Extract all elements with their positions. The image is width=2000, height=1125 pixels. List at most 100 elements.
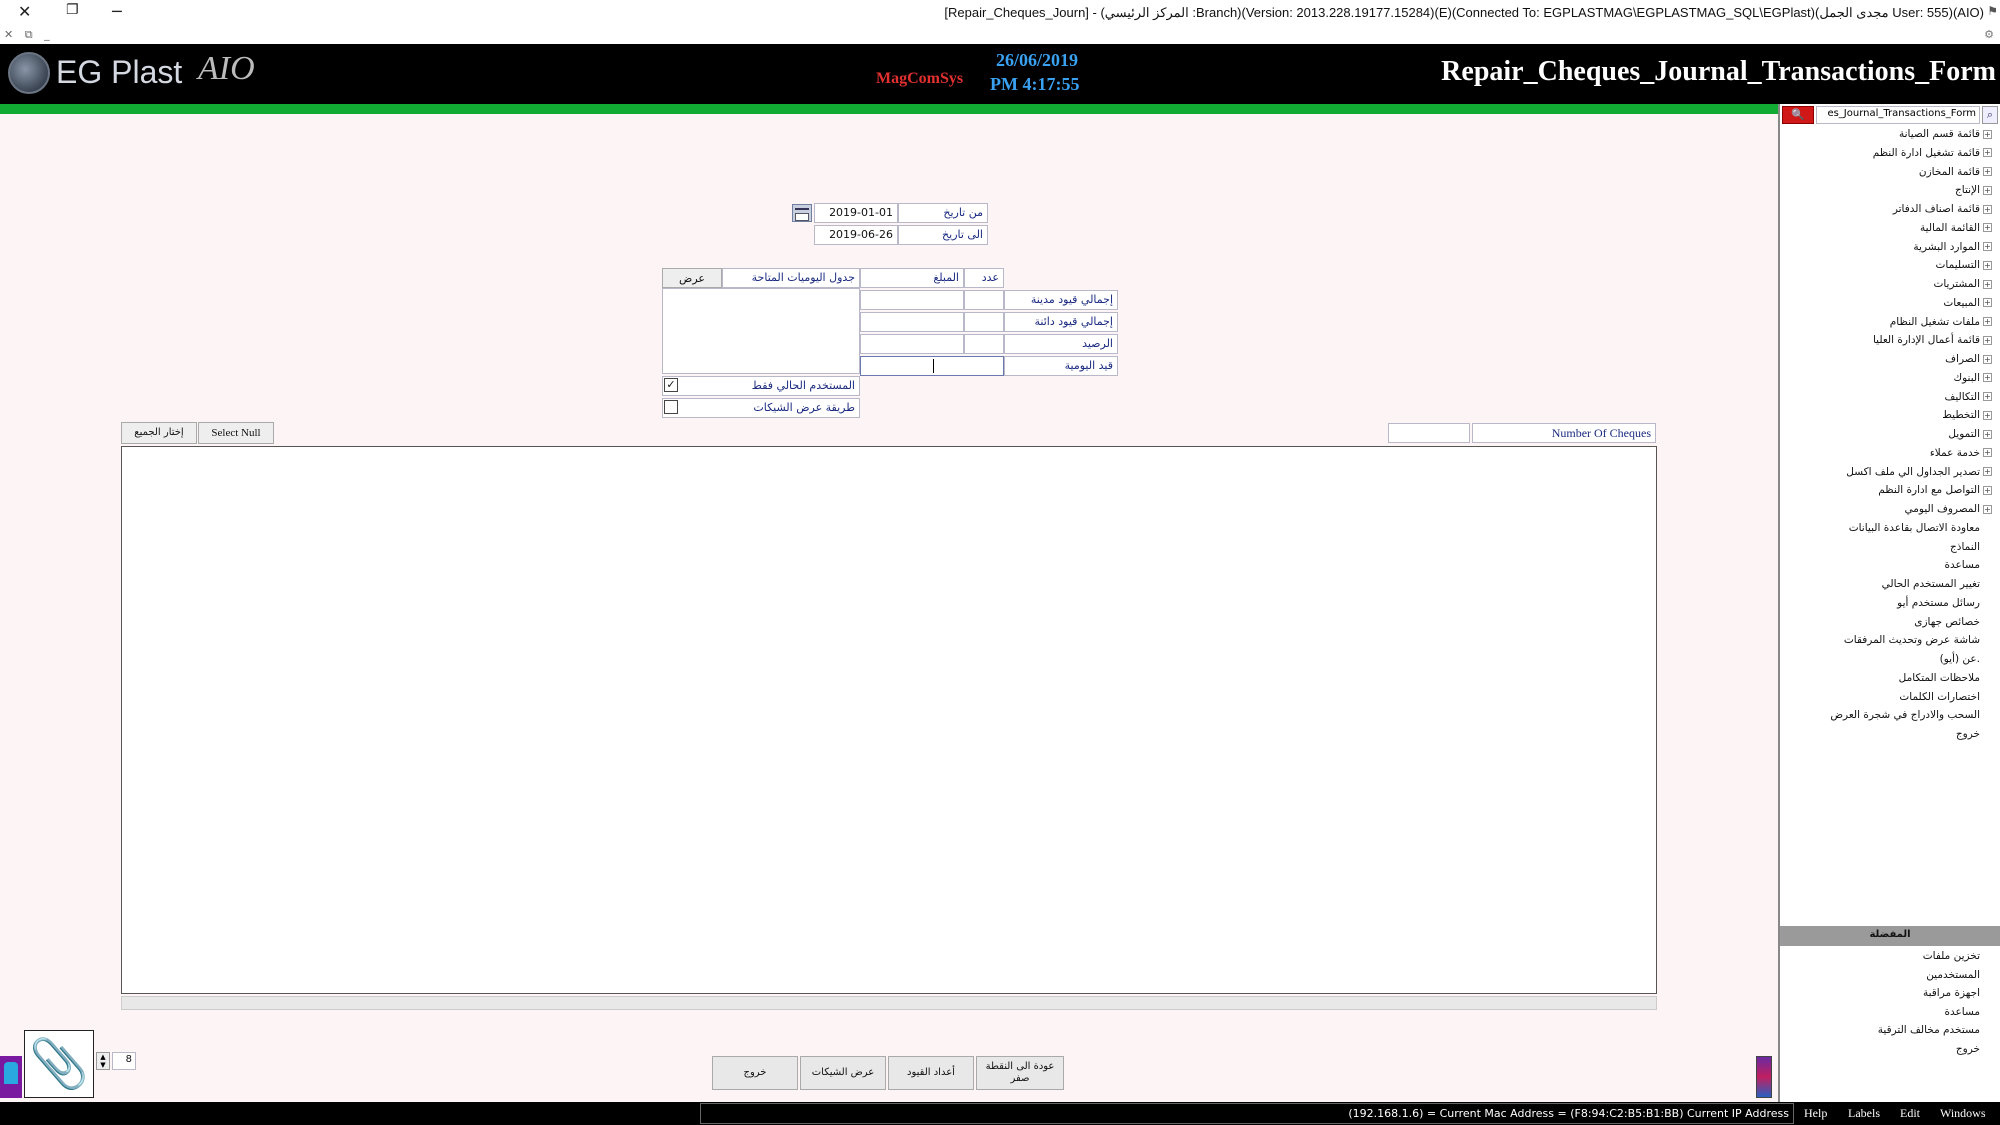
nav-tree-item[interactable]: التخطيط + <box>1942 409 1992 421</box>
expand-icon[interactable]: + <box>1983 485 1992 495</box>
select-all-button[interactable]: إختار الجميع <box>121 422 197 444</box>
favorite-item[interactable]: تخزين ملفات <box>1923 950 1992 962</box>
show-cheques-button[interactable]: عرض الشيكات <box>800 1056 886 1090</box>
cheques-grid[interactable] <box>121 446 1657 994</box>
expand-icon[interactable]: + <box>1983 335 1992 345</box>
expand-icon[interactable]: + <box>1983 317 1992 326</box>
to-date-input[interactable]: 2019-06-26 <box>814 225 898 245</box>
expand-icon[interactable]: + <box>1983 148 1992 158</box>
select-null-button[interactable]: Select Null <box>198 422 274 444</box>
calendar-icon[interactable] <box>792 204 812 222</box>
settings-icon[interactable]: ⚙ <box>1984 28 1994 41</box>
paperclip-icon[interactable]: 📎 <box>24 1030 94 1098</box>
leaf-icon <box>1983 970 1992 979</box>
nav-search-input[interactable]: es_Journal_Transactions_Form <box>1816 106 1980 124</box>
nav-tree-item[interactable]: البنوك + <box>1953 372 1992 384</box>
from-date-input[interactable]: 2019-01-01 <box>814 203 898 223</box>
nav-tree-item[interactable]: المبيعات + <box>1943 297 1992 309</box>
nav-tree-item[interactable]: قائمة قسم الصيانة + <box>1899 128 1992 140</box>
close-icon[interactable]: ✕ <box>18 2 31 21</box>
nav-tree-item[interactable]: قائمة تشغيل ادارة النظم + <box>1873 147 1992 159</box>
nav-tree-item[interactable]: خصائص جهازى <box>1914 616 1992 628</box>
menu-labels[interactable]: Labels <box>1848 1106 1880 1121</box>
menu-windows[interactable]: Windows <box>1940 1106 1986 1121</box>
nav-tree-item[interactable]: النماذج <box>1950 541 1992 553</box>
current-user-only-checkbox[interactable]: ✓ <box>664 378 678 392</box>
cheque-display-method-checkbox[interactable] <box>664 400 678 414</box>
expand-icon[interactable]: + <box>1983 504 1992 514</box>
nav-tree-item[interactable]: معاودة الاتصال بقاعدة البيانات <box>1849 522 1992 534</box>
expand-icon[interactable]: + <box>1983 467 1992 476</box>
expand-icon[interactable]: + <box>1983 204 1992 214</box>
nav-tree-item[interactable]: خدمة عملاء + <box>1930 447 1992 459</box>
expand-icon[interactable]: + <box>1983 410 1992 420</box>
nav-tree-item[interactable]: الصراف + <box>1945 353 1992 365</box>
nav-tree-item[interactable]: قائمة اصناف الدفاتر + <box>1893 203 1992 215</box>
exit-button[interactable]: خروج <box>712 1056 798 1090</box>
current-user-only-row[interactable]: المستخدم الحالي فقط <box>662 376 860 396</box>
favorite-item[interactable]: المستخدمين <box>1926 969 1992 981</box>
expand-icon[interactable]: + <box>1983 392 1992 401</box>
nav-tree-item[interactable]: التسليمات + <box>1936 259 1992 271</box>
favorite-item[interactable]: مساعدة <box>1945 1006 1992 1018</box>
available-journals-list[interactable] <box>662 288 860 374</box>
stepper-value[interactable]: 8 <box>112 1052 136 1070</box>
favorite-item[interactable]: خروج <box>1956 1043 1992 1055</box>
minimize-icon[interactable]: ─ <box>112 2 122 21</box>
restore-icon[interactable]: ❐ <box>66 2 79 18</box>
nav-tree-item[interactable]: تغيير المستخدم الحالي <box>1882 578 1992 590</box>
back-to-zero-button[interactable]: عودة الى النقطة صفر <box>976 1056 1064 1090</box>
menu-help[interactable]: Help <box>1804 1106 1827 1121</box>
cheque-display-method-row[interactable]: طريقة عرض الشيكات <box>662 398 860 418</box>
search-icon[interactable]: ⌕ <box>1982 106 1998 124</box>
expand-icon[interactable]: + <box>1983 167 1992 176</box>
side-tab[interactable] <box>0 1056 22 1098</box>
mdi-close-icon[interactable]: ✕ <box>4 28 13 41</box>
expand-icon[interactable]: + <box>1983 373 1992 383</box>
expand-icon[interactable]: + <box>1983 429 1992 439</box>
nav-tree-item[interactable]: قائمة المخازن + <box>1919 166 1992 178</box>
nav-tree-item[interactable]: السحب والادراج في شجرة العرض <box>1830 709 1992 721</box>
mdi-restore-icon[interactable]: ⧉ <box>25 28 33 41</box>
nav-tree-item[interactable]: عن (أيو). <box>1940 653 1992 665</box>
nav-tree-item[interactable]: القائمة المالية + <box>1920 222 1992 234</box>
nav-tree-item[interactable]: اختصارات الكلمات <box>1899 691 1992 703</box>
favorite-item[interactable]: مستخدم مخالف الترقية <box>1878 1024 1992 1036</box>
books-icon[interactable] <box>1756 1056 1772 1098</box>
nav-tree-item[interactable]: مساعدة <box>1945 559 1992 571</box>
nav-tree-item[interactable]: رسائل مستخدم أيو <box>1897 597 1992 609</box>
expand-icon[interactable]: + <box>1983 298 1992 308</box>
nav-tree-item-label: خروج <box>1955 728 1980 740</box>
expand-icon[interactable]: + <box>1983 279 1992 289</box>
mdi-minimize-icon[interactable]: _ <box>44 28 50 41</box>
expand-icon[interactable]: + <box>1983 260 1992 270</box>
menu-edit[interactable]: Edit <box>1900 1106 1920 1121</box>
nav-tree-item[interactable]: قائمة أعمال الإدارة العليا + <box>1873 334 1992 346</box>
nav-tree-item[interactable]: ملاحظات المتكامل <box>1899 672 1992 684</box>
nav-tree-item[interactable]: تصدير الجداول الي ملف اكسل + <box>1846 466 1992 478</box>
nav-tree-item[interactable]: ملفات تشغيل النظام + <box>1890 316 1992 328</box>
nav-tree-item[interactable]: التمويل + <box>1948 428 1992 440</box>
show-journals-button[interactable]: عرض <box>662 268 722 288</box>
expand-icon[interactable]: + <box>1983 185 1992 195</box>
nav-tree-item[interactable]: المشتريات + <box>1933 278 1992 290</box>
nav-tree-item[interactable]: التواصل مع ادارة النظم + <box>1878 484 1992 496</box>
journal-entry-input[interactable] <box>860 356 1004 376</box>
search-button-icon[interactable]: 🔍 <box>1782 106 1814 124</box>
expand-icon[interactable]: + <box>1983 354 1992 364</box>
expand-icon[interactable]: + <box>1983 242 1992 251</box>
nav-tree-item[interactable]: شاشة عرض وتحديث المرفقات <box>1844 634 1992 646</box>
expand-icon[interactable]: + <box>1983 223 1992 233</box>
expand-icon[interactable]: + <box>1983 129 1992 139</box>
favorite-item[interactable]: اجهزة مراقبة <box>1923 987 1992 999</box>
nav-tree-item[interactable]: المصروف اليومي + <box>1905 503 1992 515</box>
expand-icon[interactable]: + <box>1983 448 1992 458</box>
nav-tree-item[interactable]: خروج <box>1956 728 1992 740</box>
stepper-arrows[interactable]: ▲ ▼ <box>96 1052 110 1070</box>
repeat-entries-button[interactable]: أعداد القيود <box>888 1056 974 1090</box>
grid-horizontal-scrollbar[interactable] <box>121 996 1657 1010</box>
nav-tree-item[interactable]: الإنتاج + <box>1955 184 1992 196</box>
nav-tree-item[interactable]: التكاليف + <box>1944 391 1992 403</box>
nav-tree-item-label: المشتريات <box>1933 278 1980 290</box>
nav-tree-item[interactable]: الموارد البشرية + <box>1913 241 1992 253</box>
